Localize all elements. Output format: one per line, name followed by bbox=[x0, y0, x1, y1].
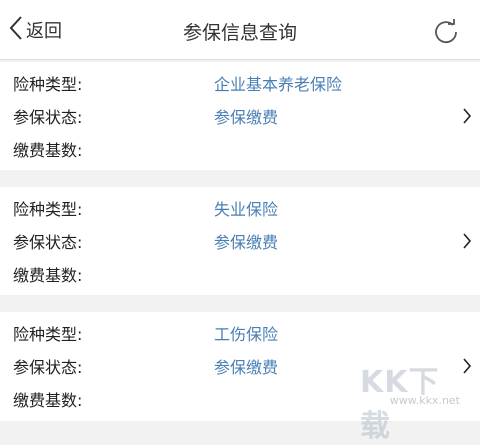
field-label: 险种类型: bbox=[13, 325, 83, 344]
info-row: 缴费基数: bbox=[0, 257, 480, 291]
refresh-icon bbox=[435, 19, 457, 44]
navigation-bar: 返回 参保信息查询 bbox=[0, 0, 480, 60]
field-label: 险种类型: bbox=[13, 75, 83, 94]
field-value: 企业基本养老保险 bbox=[214, 75, 343, 94]
chevron-right-icon bbox=[462, 232, 472, 250]
field-value: 失业保险 bbox=[214, 200, 279, 219]
info-row: 险种类型: 企业基本养老保险 bbox=[0, 66, 480, 100]
field-value: 参保缴费 bbox=[214, 108, 279, 127]
field-value: 参保缴费 bbox=[214, 233, 279, 252]
chevron-right-icon bbox=[462, 107, 472, 125]
field-value: 工伤保险 bbox=[214, 325, 279, 344]
info-row: 险种类型: 工伤保险 bbox=[0, 316, 480, 350]
insurance-card[interactable]: 险种类型: 企业基本养老保险 参保状态: 参保缴费 缴费基数: bbox=[0, 62, 480, 170]
insurance-card[interactable]: 险种类型: 失业保险 参保状态: 参保缴费 缴费基数: bbox=[0, 187, 480, 295]
info-row: 参保状态: 参保缴费 bbox=[0, 99, 480, 133]
info-row: 缴费基数: bbox=[0, 132, 480, 166]
field-label: 参保状态: bbox=[13, 108, 83, 127]
field-label: 缴费基数: bbox=[13, 266, 83, 285]
field-value: 参保缴费 bbox=[214, 358, 279, 377]
field-label: 缴费基数: bbox=[13, 141, 83, 160]
page-title: 参保信息查询 bbox=[182, 22, 297, 44]
field-label: 缴费基数: bbox=[13, 391, 83, 410]
field-label: 参保状态: bbox=[13, 233, 83, 252]
field-label: 险种类型: bbox=[13, 200, 83, 219]
info-row: 参保状态: 参保缴费 bbox=[0, 349, 480, 383]
info-row: 参保状态: 参保缴费 bbox=[0, 224, 480, 258]
refresh-button[interactable] bbox=[432, 18, 460, 46]
insurance-card[interactable]: 险种类型: 工伤保险 参保状态: 参保缴费 缴费基数: bbox=[0, 312, 480, 421]
chevron-right-icon bbox=[462, 357, 472, 375]
info-row: 缴费基数: bbox=[0, 382, 480, 416]
field-label: 参保状态: bbox=[13, 358, 83, 377]
info-row: 险种类型: 失业保险 bbox=[0, 191, 480, 225]
